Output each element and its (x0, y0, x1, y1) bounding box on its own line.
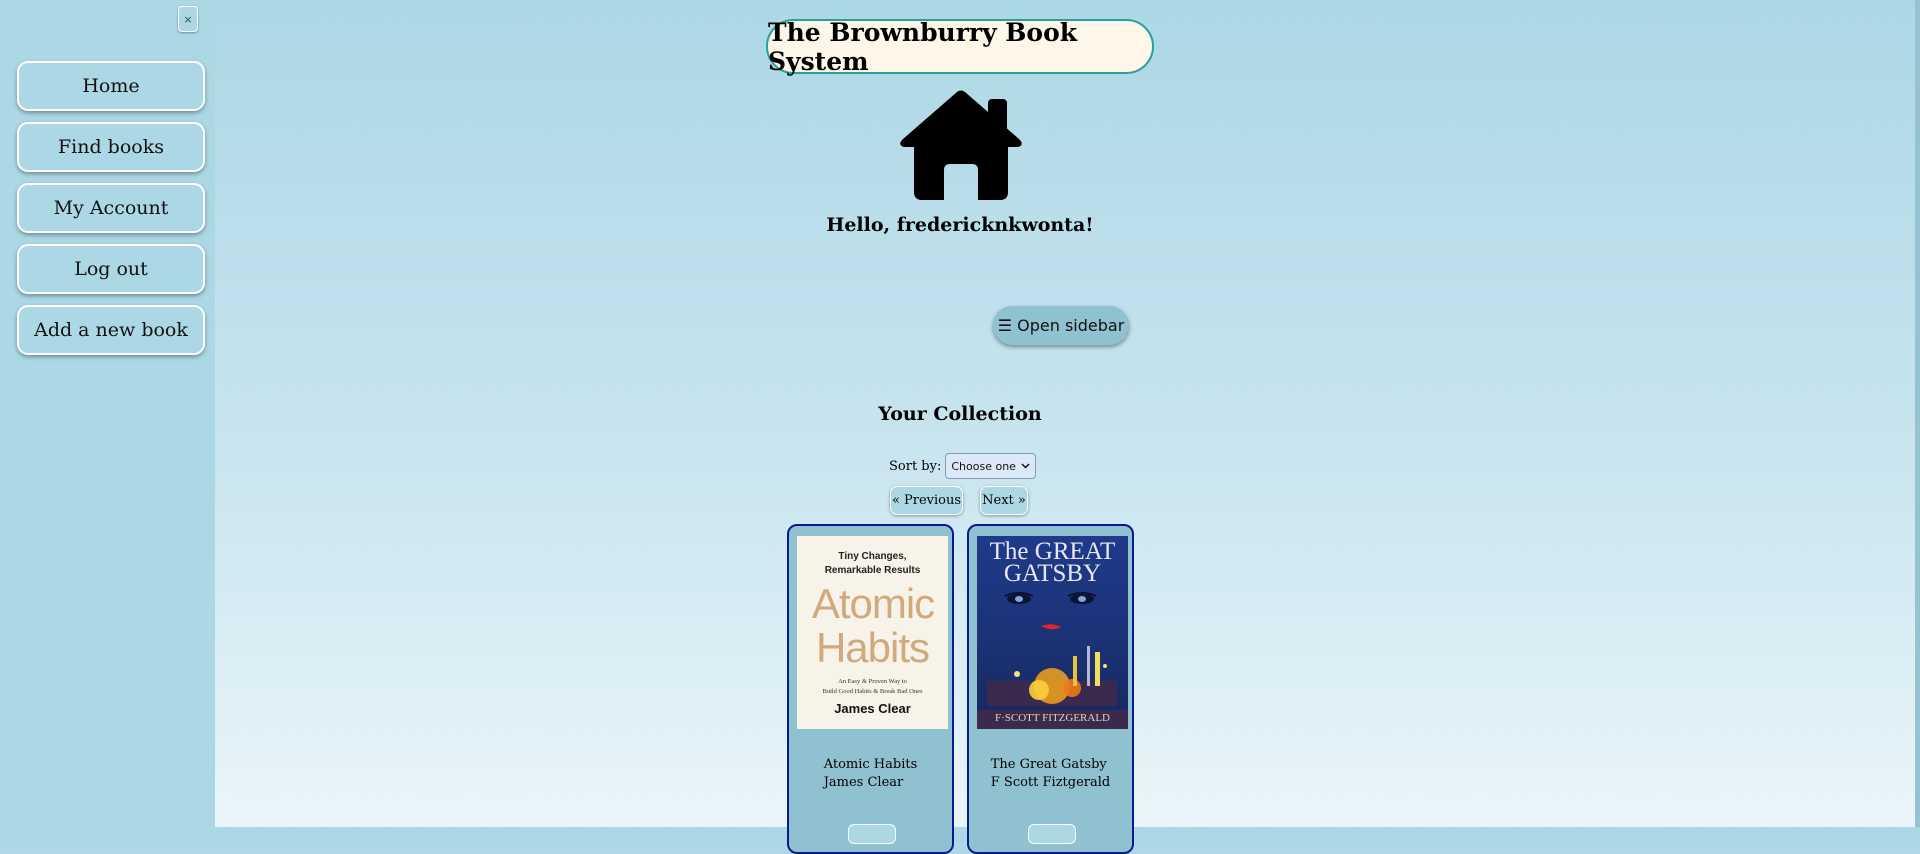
sidebar-nav: Home Find books My Account Log out Add a… (17, 61, 205, 366)
book-author: F Scott Fiztgerald (990, 775, 1111, 790)
sidebar-item-log-out[interactable]: Log out (17, 244, 205, 294)
cover-title-word2: Habits (815, 624, 930, 671)
book-title: The Great Gatsby (990, 757, 1107, 772)
book-action-button[interactable] (1028, 824, 1076, 844)
home-icon (900, 90, 1022, 200)
sort-select[interactable]: Choose one (945, 453, 1037, 479)
close-sidebar-button[interactable]: × (178, 6, 198, 32)
book-author: James Clear (823, 775, 904, 790)
cover-author: F·SCOTT FITZGERALD (995, 712, 1110, 724)
cover-title-line2: GATSBY (1003, 560, 1102, 587)
sidebar: × Home Find books My Account Log out Add… (0, 0, 215, 827)
sidebar-item-home[interactable]: Home (17, 61, 205, 111)
book-card-great-gatsby[interactable]: The GREAT GATSBY F·SCOTT FITZGERALD The … (967, 524, 1134, 854)
next-page-button[interactable]: Next » (980, 486, 1028, 515)
book-info: Atomic Habits James Clear (789, 756, 952, 792)
collection-heading: Your Collection (878, 403, 1042, 425)
book-action-button[interactable] (848, 824, 896, 844)
greeting-text: Hello, fredericknkwonta! (826, 214, 1094, 236)
sidebar-item-add-book[interactable]: Add a new book (17, 305, 205, 355)
book-cover-atomic-habits: Tiny Changes, Remarkable Results Atomic … (797, 536, 948, 729)
sort-label: Sort by: (889, 458, 942, 474)
book-card-atomic-habits[interactable]: Tiny Changes, Remarkable Results Atomic … (787, 524, 954, 854)
book-title: Atomic Habits (823, 757, 918, 772)
cover-subtitle-line2: Build Good Habits & Break Bad Ones (822, 688, 923, 695)
sidebar-item-find-books[interactable]: Find books (17, 122, 205, 172)
sort-selected-value: Choose one (951, 459, 1016, 473)
chevron-down-icon (1021, 463, 1030, 469)
page-scrollbar[interactable] (1915, 0, 1920, 827)
open-sidebar-button[interactable]: ☰ Open sidebar (993, 306, 1129, 345)
cover-author: James Clear (834, 701, 911, 716)
site-title: The Brownburry Book System (766, 18, 1154, 76)
cover-title-word1: Atomic (811, 580, 935, 627)
previous-page-button[interactable]: « Previous (890, 486, 963, 515)
book-cover-great-gatsby: The GREAT GATSBY F·SCOTT FITZGERALD (977, 536, 1128, 729)
book-info: The Great Gatsby F Scott Fiztgerald (969, 756, 1132, 792)
sidebar-item-my-account[interactable]: My Account (17, 183, 205, 233)
cover-art (987, 592, 1117, 706)
sort-control: Sort by: Choose one (889, 453, 1037, 479)
cover-tagline: Tiny Changes, Remarkable Results (824, 551, 921, 576)
